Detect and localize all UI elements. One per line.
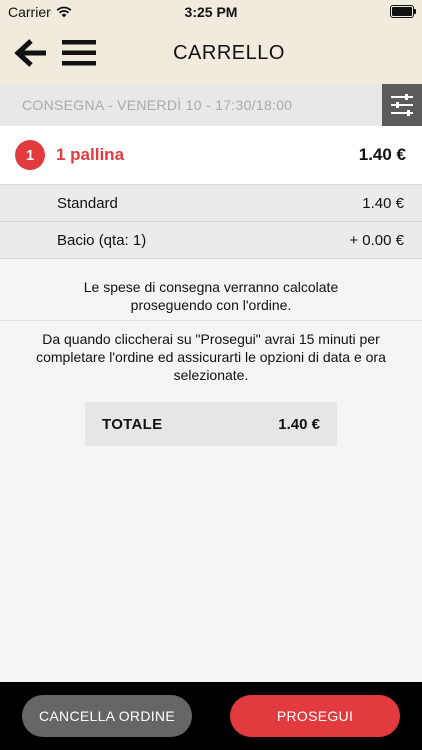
divider <box>0 320 422 321</box>
battery-icon <box>390 5 416 18</box>
option-price: + 0.00 € <box>349 232 404 249</box>
cancel-order-button[interactable]: CANCELLA ORDINE <box>22 695 192 737</box>
option-row: Bacio (qta: 1) + 0.00 € <box>0 222 422 259</box>
delivery-cost-note: Le spese di consegna verranno calcolate … <box>0 278 422 314</box>
delivery-bar: CONSEGNA - VENERDÌ 10 - 17:30/18:00 <box>0 84 422 126</box>
cart-item-row[interactable]: 1 1 pallina 1.40 € <box>0 126 422 185</box>
timer-note-line: completare l'ordine ed assicurarti le op… <box>36 349 386 365</box>
delivery-slot-text: CONSEGNA - VENERDÌ 10 - 17:30/18:00 <box>22 97 293 113</box>
item-price: 1.40 € <box>358 145 406 164</box>
delivery-cost-note-line: Le spese di consegna verranno calcolate <box>83 279 339 295</box>
page-title-text: CARRELLO <box>173 42 285 64</box>
proceed-button[interactable]: PROSEGUI <box>230 695 400 737</box>
option-row: Standard 1.40 € <box>0 185 422 222</box>
page-title: CARRELLO <box>0 42 422 65</box>
item-name: 1 pallina <box>56 145 125 164</box>
footer-bar: CANCELLA ORDINE PROSEGUI <box>0 682 422 750</box>
delivery-cost-note-line: proseguendo con l'ordine. <box>130 297 292 313</box>
total-value: 1.40 € <box>278 416 320 433</box>
option-label: Standard <box>57 195 118 212</box>
timer-note: Da quando cliccherai su "Prosegui" avrai… <box>0 330 422 384</box>
status-time: 3:25 PM <box>184 4 238 20</box>
option-label: Bacio (qta: 1) <box>57 232 147 249</box>
total-box: TOTALE 1.40 € <box>85 402 337 446</box>
total-label: TOTALE <box>102 416 163 433</box>
filter-button[interactable] <box>382 84 422 126</box>
nav-bar: CARRELLO <box>0 22 422 84</box>
option-price: 1.40 € <box>362 195 404 212</box>
timer-note-line: Da quando cliccherai su "Prosegui" avrai… <box>42 331 380 347</box>
status-bar: Carrier 3:25 PM <box>0 0 422 22</box>
sliders-icon <box>391 94 413 116</box>
timer-note-line: selezionate. <box>173 367 249 383</box>
quantity-badge: 1 <box>15 140 45 170</box>
